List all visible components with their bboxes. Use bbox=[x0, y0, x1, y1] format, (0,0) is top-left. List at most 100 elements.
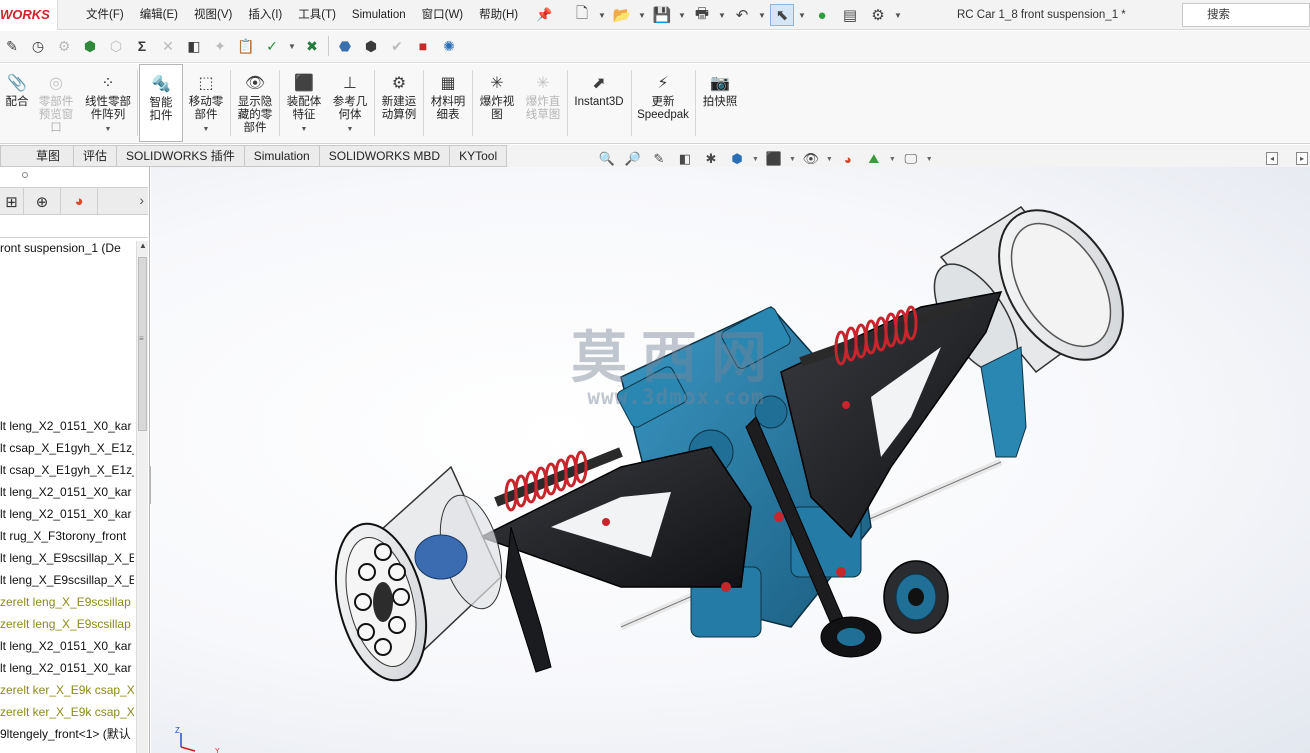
view-settings-icon[interactable]: 🖵 bbox=[900, 149, 922, 169]
color-wheel-icon[interactable]: ✺ bbox=[439, 35, 459, 57]
update-speedpak-button[interactable]: ⚡ 更新Speedpak bbox=[634, 64, 692, 142]
menu-tools[interactable]: 工具(T) bbox=[290, 0, 344, 30]
chevron-down-icon[interactable]: ▼ bbox=[678, 11, 686, 20]
new-motion-study-button[interactable]: ⚙ 新建运动算例 bbox=[378, 64, 420, 142]
chevron-down-icon[interactable]: ▼ bbox=[758, 11, 766, 20]
menu-simulation[interactable]: Simulation bbox=[344, 0, 414, 30]
chevron-down-icon[interactable]: ▼ bbox=[926, 156, 933, 163]
chevron-right-icon[interactable]: › bbox=[139, 192, 144, 208]
options-gear-icon[interactable]: ⚙ bbox=[866, 4, 890, 26]
tab-sketch[interactable]: 草图 bbox=[0, 145, 74, 167]
chevron-down-icon[interactable]: ▼ bbox=[105, 123, 112, 136]
menu-view[interactable]: 视图(V) bbox=[186, 0, 240, 30]
zoom-to-fit-icon[interactable]: 🔍 bbox=[596, 149, 618, 169]
reference-geometry-button[interactable]: ⊥ 参考几何体 ▼ bbox=[329, 64, 371, 142]
tree-filter-input[interactable] bbox=[0, 216, 148, 238]
exploded-view-button[interactable]: ✳ 爆炸视图 bbox=[476, 64, 518, 142]
tree-item[interactable]: lt leng_X_E9scsillap_X_E bbox=[0, 547, 134, 569]
chevron-down-icon[interactable]: ▼ bbox=[752, 156, 759, 163]
hide-show-items-icon[interactable]: 👁 bbox=[800, 149, 822, 169]
clipboard-icon[interactable]: 📋 bbox=[236, 35, 256, 57]
tree-item[interactable]: lt csap_X_E1gyh_X_E1z_ bbox=[0, 437, 134, 459]
section-view-icon[interactable]: ◧ bbox=[674, 149, 696, 169]
tree-scrollbar[interactable]: ▲ bbox=[136, 241, 148, 753]
sum-icon[interactable]: Σ bbox=[132, 35, 152, 57]
bill-of-materials-button[interactable]: ▦ 材料明细表 bbox=[427, 64, 469, 142]
lower-control-arm-left[interactable] bbox=[479, 446, 752, 673]
chevron-down-icon[interactable]: ▼ bbox=[301, 123, 308, 136]
tab-evaluate[interactable]: 评估 bbox=[74, 145, 118, 167]
check-component-icon[interactable]: ⬢ bbox=[80, 35, 100, 57]
edit-appearance-icon[interactable]: ◕ bbox=[837, 149, 859, 169]
tree-item[interactable]: zerelt ker_X_E9k csap_X bbox=[0, 701, 134, 723]
tree-item[interactable]: lt csap_X_E1gyh_X_E1z_ bbox=[0, 459, 134, 481]
chevron-down-icon[interactable]: ▼ bbox=[598, 11, 606, 20]
previous-view-icon[interactable]: ✎ bbox=[648, 149, 670, 169]
drive-pulley[interactable] bbox=[883, 560, 949, 634]
chevron-down-icon[interactable]: ▼ bbox=[288, 42, 296, 51]
tab-solidworks-addins[interactable]: SOLIDWORKS 插件 bbox=[117, 145, 245, 167]
graphics-area[interactable]: 莫西网 www.3dmox.com Z Y bbox=[151, 167, 1310, 753]
print-icon[interactable]: 🖶 bbox=[690, 4, 714, 26]
right-steering-knuckle[interactable] bbox=[980, 346, 1027, 458]
rebuild-traffic-light-icon[interactable]: ● bbox=[810, 4, 834, 26]
chevron-down-icon[interactable]: ▼ bbox=[894, 11, 902, 20]
scroll-up-icon[interactable]: ▲ bbox=[139, 241, 147, 250]
instant3d-button[interactable]: ⬈ Instant3D bbox=[570, 64, 628, 142]
pin-icon[interactable]: 📌 bbox=[536, 7, 552, 23]
red-square-icon[interactable]: ■ bbox=[413, 35, 433, 57]
edit-component-icon[interactable]: ✎ bbox=[2, 35, 22, 57]
clearance-icon[interactable]: ⬢ bbox=[361, 35, 381, 57]
tree-item[interactable]: zerelt leng_X_E9scsillap bbox=[0, 613, 134, 635]
chevron-down-icon[interactable]: ▼ bbox=[347, 123, 354, 136]
configuration-manager-tab-icon[interactable]: ⊕ bbox=[24, 188, 61, 215]
view-orientation-icon[interactable]: ⬢ bbox=[726, 149, 748, 169]
tree-item[interactable]: 9ltengely_front<1> (默认 bbox=[0, 723, 134, 745]
menu-edit[interactable]: 编辑(E) bbox=[132, 0, 186, 30]
linear-pattern-button[interactable]: ⁘ 线性零部件阵列 ▼ bbox=[82, 64, 134, 142]
menu-insert[interactable]: 插入(I) bbox=[240, 0, 290, 30]
scrollbar-thumb[interactable] bbox=[138, 257, 147, 431]
take-snapshot-button[interactable]: 📷 拍快照 bbox=[698, 64, 742, 142]
menu-help[interactable]: 帮助(H) bbox=[471, 0, 526, 30]
dynamic-annotation-icon[interactable]: ✱ bbox=[700, 149, 722, 169]
tree-item[interactable]: lt leng_X2_0151_X0_kar bbox=[0, 635, 134, 657]
select-cursor-icon[interactable]: ⬉ bbox=[770, 4, 794, 26]
tab-kytool[interactable]: KYTool bbox=[450, 145, 508, 167]
collapse-left-icon[interactable]: ◂ bbox=[1266, 152, 1278, 165]
mate-button[interactable]: 📎 配合 bbox=[2, 64, 32, 142]
search-input[interactable]: 搜索 SOLIDWORKS bbox=[1182, 3, 1310, 43]
expand-right-icon[interactable]: ▸ bbox=[1296, 152, 1308, 165]
new-document-icon[interactable]: 🗋 bbox=[570, 4, 594, 26]
property-manager-tab-icon[interactable]: ⊞ bbox=[0, 188, 24, 215]
section-icon[interactable]: ◧ bbox=[184, 35, 204, 57]
assembly-features-button[interactable]: ⬛ 装配体特征 ▼ bbox=[283, 64, 325, 142]
display-style-icon[interactable]: ⬛ bbox=[763, 149, 785, 169]
tree-item[interactable]: zerelt ker_X_E9k csap_X bbox=[0, 679, 134, 701]
left-wheel-rim[interactable] bbox=[321, 465, 512, 690]
tree-item[interactable]: lt leng_X2_0151_X0_kar bbox=[0, 415, 134, 437]
tree-item[interactable]: lt leng_X2_0151_X0_kar bbox=[0, 503, 134, 525]
tree-item[interactable]: lt rug_X_F3torony_front bbox=[0, 525, 134, 547]
apply-scene-icon[interactable]: ⛰ bbox=[863, 149, 885, 169]
save-icon[interactable]: 💾 bbox=[650, 4, 674, 26]
panel-grip-icon[interactable] bbox=[22, 172, 28, 178]
solidworks-logo[interactable]: WORKS bbox=[0, 0, 58, 30]
open-folder-icon[interactable]: 📂 bbox=[610, 4, 634, 26]
tree-item[interactable]: lt leng_X_E9scsillap_X_E bbox=[0, 569, 134, 591]
chevron-down-icon[interactable]: ▼ bbox=[203, 123, 210, 136]
chevron-down-icon[interactable]: ▼ bbox=[718, 11, 726, 20]
interference-icon[interactable]: ⬣ bbox=[335, 35, 355, 57]
menu-window[interactable]: 窗口(W) bbox=[414, 0, 472, 30]
show-hidden-components-button[interactable]: 👁 显示隐藏的零部件 bbox=[234, 64, 276, 142]
display-manager-tab-icon[interactable]: ◕ bbox=[61, 188, 98, 215]
chevron-down-icon[interactable]: ▼ bbox=[789, 156, 796, 163]
excel-export-icon[interactable]: ✖ bbox=[302, 35, 322, 57]
measure-icon[interactable]: ✓ bbox=[262, 35, 282, 57]
chevron-down-icon[interactable]: ▼ bbox=[889, 156, 896, 163]
dashboard-icon[interactable]: ◷ bbox=[28, 35, 48, 57]
file-properties-icon[interactable]: ▤ bbox=[838, 4, 862, 26]
tab-solidworks-mbd[interactable]: SOLIDWORKS MBD bbox=[319, 145, 451, 167]
undo-icon[interactable]: ↶ bbox=[730, 4, 754, 26]
chevron-down-icon[interactable]: ▼ bbox=[798, 11, 806, 20]
